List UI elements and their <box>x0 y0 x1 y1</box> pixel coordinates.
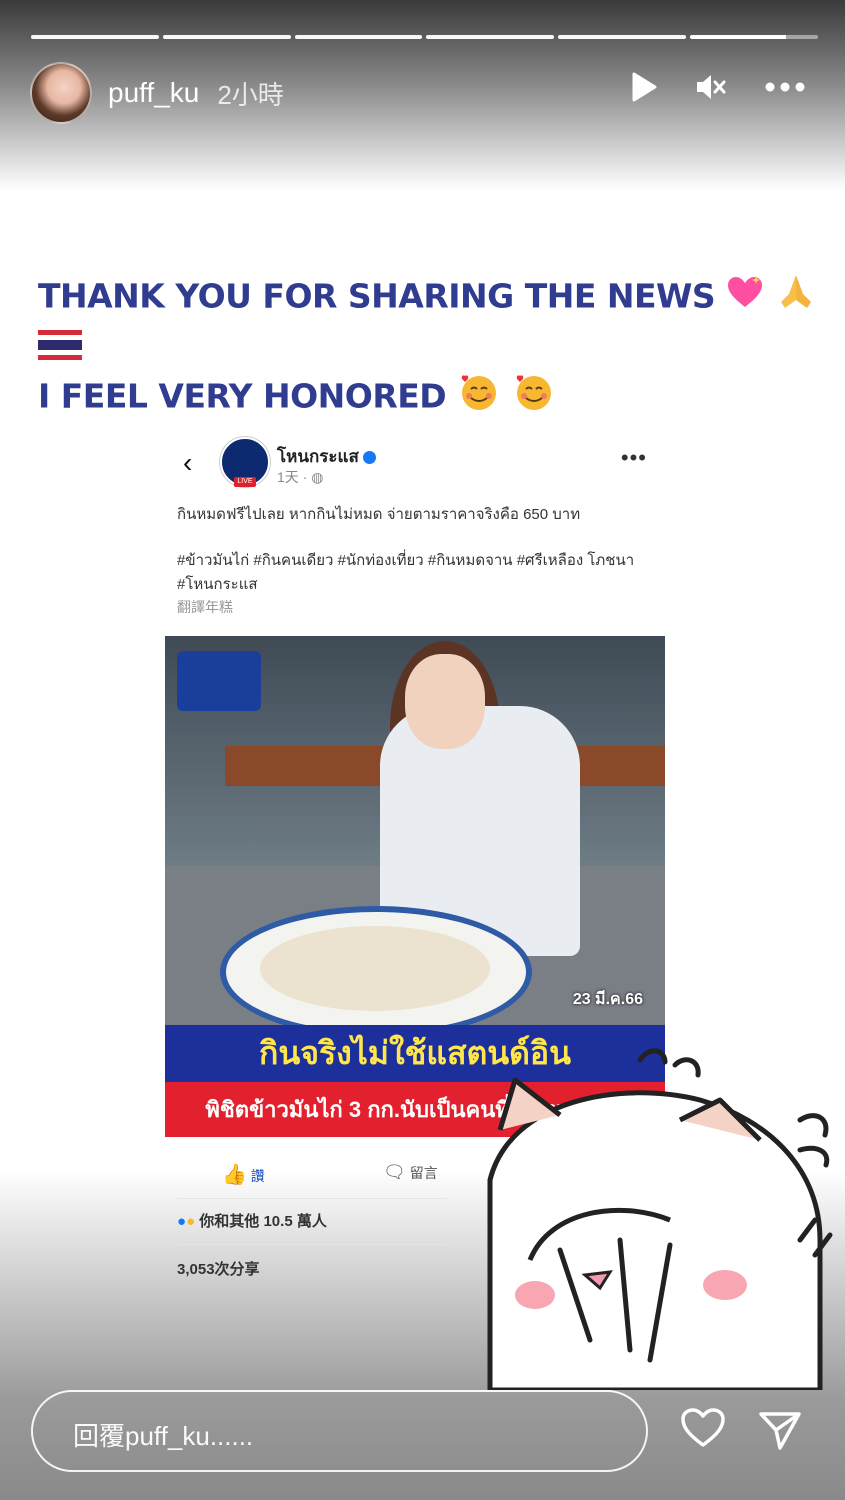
heart-icon[interactable] <box>680 1407 726 1454</box>
post-photo: 23 มี.ค.66 <box>165 636 665 1026</box>
avatar[interactable] <box>30 62 92 124</box>
smiling-face-hearts-icon <box>512 372 556 424</box>
photo-face <box>405 654 485 749</box>
progress-segment-current <box>690 35 818 39</box>
reply-input[interactable]: 回覆puff_ku...... <box>31 1390 648 1472</box>
fb-post-time: 1天 · ◍ <box>277 469 324 485</box>
shared-facebook-post: ‹ LIVE โหนกระแส 1天 · ◍ ••• กินหมดฟรีไปเล… <box>165 425 665 617</box>
story-progress <box>31 35 818 39</box>
story-viewer[interactable]: puff_ku 2小時 THANK YOU FOR SHARING THE NE… <box>0 0 845 1500</box>
fb-page-name: โหนกระแส <box>277 443 376 470</box>
sparkling-heart-icon <box>726 275 764 321</box>
cat-sticker <box>487 1048 833 1390</box>
shares-count: 3,053次分享 <box>177 1261 260 1278</box>
reply-placeholder: 回覆puff_ku...... <box>73 1421 254 1451</box>
comment-icon: 🗨 <box>383 1162 406 1182</box>
reaction-icons: ● <box>177 1213 187 1230</box>
praying-hands-icon <box>775 272 817 324</box>
header-controls <box>631 72 805 102</box>
fb-post-header: ‹ LIVE โหนกระแส 1天 · ◍ ••• <box>165 425 665 495</box>
fb-post-hashtags: #ข้าวมันไก่ #กินคนเดียว #นักท่องเที่ยว #… <box>177 552 635 593</box>
story-caption: THANK YOU FOR SHARING THE NEWS I FEEL VE… <box>38 272 838 424</box>
send-icon[interactable] <box>758 1410 802 1457</box>
story-header: puff_ku 2小時 <box>30 62 284 124</box>
caption-line-2: I FEEL VERY HONORED <box>38 372 838 424</box>
thailand-flag-icon <box>38 326 82 372</box>
channel-logo <box>177 651 261 711</box>
live-badge: LIVE <box>234 477 256 487</box>
divider <box>177 1198 447 1199</box>
fb-translate-link: 翻譯年糕 <box>177 599 233 615</box>
globe-icon: ◍ <box>311 469 324 485</box>
like-action: 👍 讚 <box>222 1164 265 1186</box>
progress-segment <box>294 35 423 39</box>
thumbs-up-icon: 👍 <box>222 1164 247 1186</box>
fb-post-actions: 👍 讚 🗨 留言 <box>165 1150 465 1194</box>
progress-segment <box>558 35 687 39</box>
progress-segment <box>31 35 159 39</box>
wow-icon: ● <box>186 1213 196 1230</box>
progress-segment <box>426 35 555 39</box>
progress-segment <box>162 35 291 39</box>
time-ago: 2小時 <box>217 79 284 110</box>
fb-post-body: กินหมดฟรีไปเลย หากกินไม่หมด จ่ายตามราคาจ… <box>177 506 581 523</box>
divider <box>177 1244 447 1245</box>
page-logo: LIVE <box>220 437 270 487</box>
verified-icon <box>362 451 376 465</box>
photo-chicken-rice <box>260 926 490 1011</box>
caption-line-1: THANK YOU FOR SHARING THE NEWS <box>38 272 838 372</box>
chevron-left-icon: ‹ <box>183 447 193 478</box>
play-icon[interactable] <box>631 72 657 102</box>
username[interactable]: puff_ku <box>108 77 199 109</box>
reactions-count: ●● 你和其他 10.5 萬人 <box>177 1213 327 1230</box>
comment-action: 🗨 留言 <box>383 1162 438 1182</box>
mute-icon[interactable] <box>695 72 727 102</box>
more-icon[interactable] <box>765 82 805 92</box>
more-icon: ••• <box>620 445 647 470</box>
smiling-face-hearts-icon <box>457 372 501 424</box>
photo-date: 23 มี.ค.66 <box>572 991 643 1008</box>
fb-post-text: กินหมดฟรีไปเลย หากกินไม่หมด จ่ายตามราคาจ… <box>165 495 665 597</box>
